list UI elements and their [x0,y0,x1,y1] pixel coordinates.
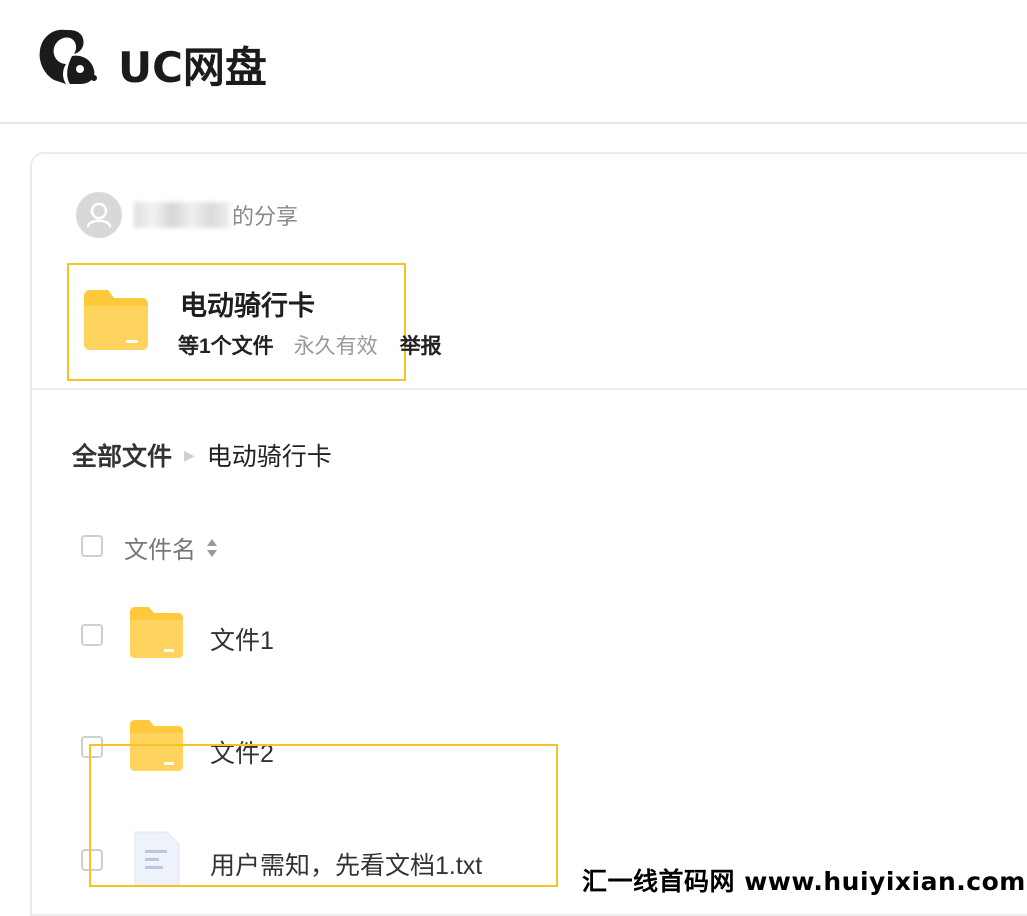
breadcrumb: 全部文件 ▶ 电动骑行卡 [72,437,332,473]
file-name[interactable]: 文件1 [210,621,274,657]
breadcrumb-current: 电动骑行卡 [206,443,332,471]
sharer-line: 的分享 [134,199,298,231]
sharer-suffix: 的分享 [232,204,299,229]
watermark-text: 汇一线首码网 www.huiyixian.com [582,867,1026,896]
breadcrumb-root[interactable]: 全部文件 [72,437,172,473]
report-link[interactable]: 举报 [400,330,442,360]
select-all-checkbox[interactable] [81,535,103,557]
section-divider [32,388,1027,390]
app-title: UC网盘 [118,43,267,92]
uc-squirrel-logo-icon[interactable] [36,24,100,88]
folder-icon [84,290,148,350]
column-label: 文件名 [124,537,196,564]
row-checkbox[interactable] [81,624,103,646]
app-header: UC网盘 [0,0,1027,124]
avatar [76,192,122,238]
share-meta: 等1个文件 永久有效 举报 [178,330,442,360]
chevron-right-icon: ▶ [184,446,195,463]
sort-icon[interactable] [206,537,218,559]
validity-text: 永久有效 [293,335,378,358]
share-folder-title: 电动骑行卡 [180,291,315,321]
folder-icon[interactable] [127,603,185,661]
file-highlight-box [89,744,558,887]
file-count: 等1个文件 [178,335,274,358]
column-header-filename[interactable]: 文件名 [124,530,218,565]
user-icon [86,202,112,228]
blurred-username [134,202,230,228]
